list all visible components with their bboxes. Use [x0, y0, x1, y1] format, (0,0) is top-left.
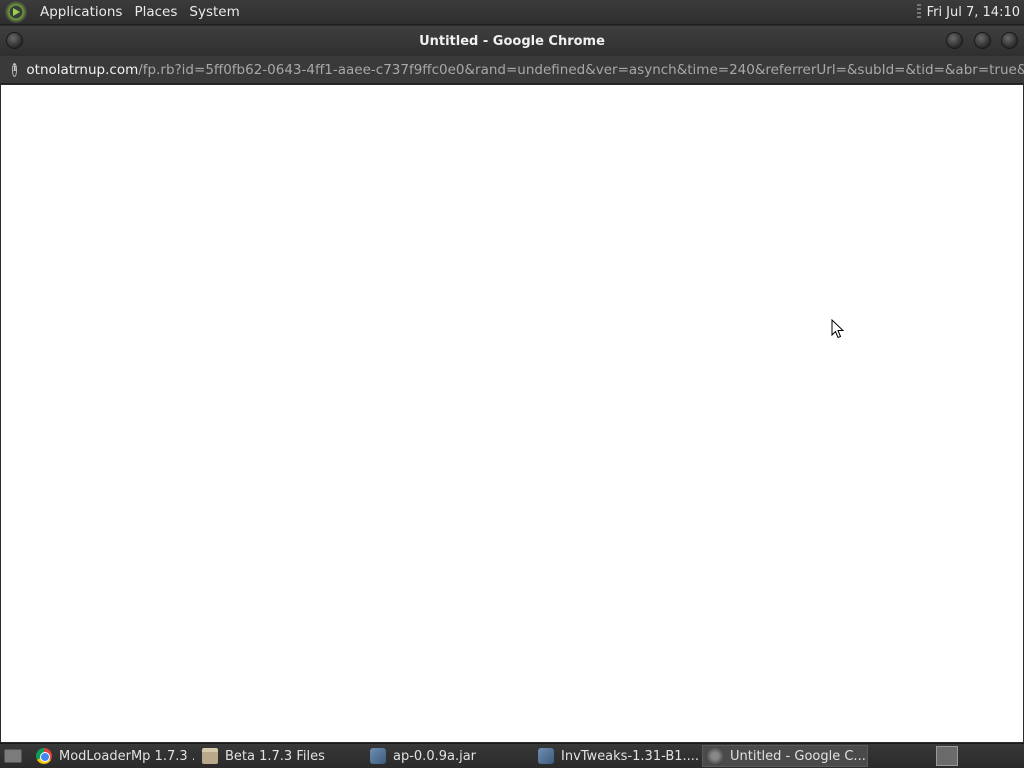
window-title: Untitled - Google Chrome [419, 33, 605, 49]
top-panel: Applications Places System Fri Jul 7, 14… [0, 0, 1024, 25]
workspace-switcher[interactable] [936, 746, 958, 766]
main-menu-icon[interactable] [5, 1, 27, 23]
info-icon[interactable]: i [12, 62, 18, 77]
show-desktop-button[interactable] [4, 749, 22, 763]
taskbar-item-label: ap-0.0.9a.jar [393, 748, 477, 764]
taskbar-item-label: ModLoaderMp 1.7.3 ... [59, 748, 194, 764]
page-content[interactable] [1, 85, 1023, 742]
mouse-cursor-icon [831, 319, 845, 339]
panel-grip-handle[interactable] [916, 4, 921, 20]
app-icon [707, 748, 723, 764]
address-bar[interactable]: i otnolatrnup.com/fp.rb?id=5ff0fb62-0643… [0, 56, 1024, 84]
taskbar-item-beta-files[interactable]: Beta 1.7.3 Files [198, 745, 362, 767]
bottom-taskbar: ModLoaderMp 1.7.3 ... Beta 1.7.3 Files a… [0, 743, 1024, 768]
system-menu[interactable]: System [183, 4, 245, 20]
java-archive-icon [370, 748, 386, 764]
places-menu[interactable]: Places [128, 4, 183, 20]
maximize-button[interactable] [974, 32, 991, 49]
window-menu-button[interactable] [6, 32, 23, 49]
taskbar-item-invtweaks[interactable]: InvTweaks-1.31-B1.... [534, 745, 698, 767]
url-host: otnolatrnup.com [26, 61, 139, 78]
folder-icon [202, 748, 218, 764]
window-titlebar[interactable]: Untitled - Google Chrome [0, 26, 1024, 56]
url-path: /fp.rb?id=5ff0fb62-0643-4ff1-aaee-c737f9… [138, 61, 1024, 78]
taskbar-item-modloadermp[interactable]: ModLoaderMp 1.7.3 ... [32, 745, 194, 767]
taskbar-item-label: Beta 1.7.3 Files [225, 748, 325, 764]
url-text[interactable]: otnolatrnup.com/fp.rb?id=5ff0fb62-0643-4… [26, 62, 1024, 78]
clock[interactable]: Fri Jul 7, 14:10 [927, 5, 1020, 20]
minimize-button[interactable] [946, 32, 963, 49]
chrome-icon [36, 748, 52, 764]
taskbar-item-label: Untitled - Google C... [730, 748, 866, 764]
taskbar-item-label: InvTweaks-1.31-B1.... [561, 748, 698, 764]
taskbar-item-ap-jar[interactable]: ap-0.0.9a.jar [366, 745, 530, 767]
applications-menu[interactable]: Applications [34, 4, 128, 20]
close-button[interactable] [1001, 32, 1018, 49]
taskbar-item-untitled-chrome[interactable]: Untitled - Google C... [702, 745, 868, 767]
java-archive-icon [538, 748, 554, 764]
